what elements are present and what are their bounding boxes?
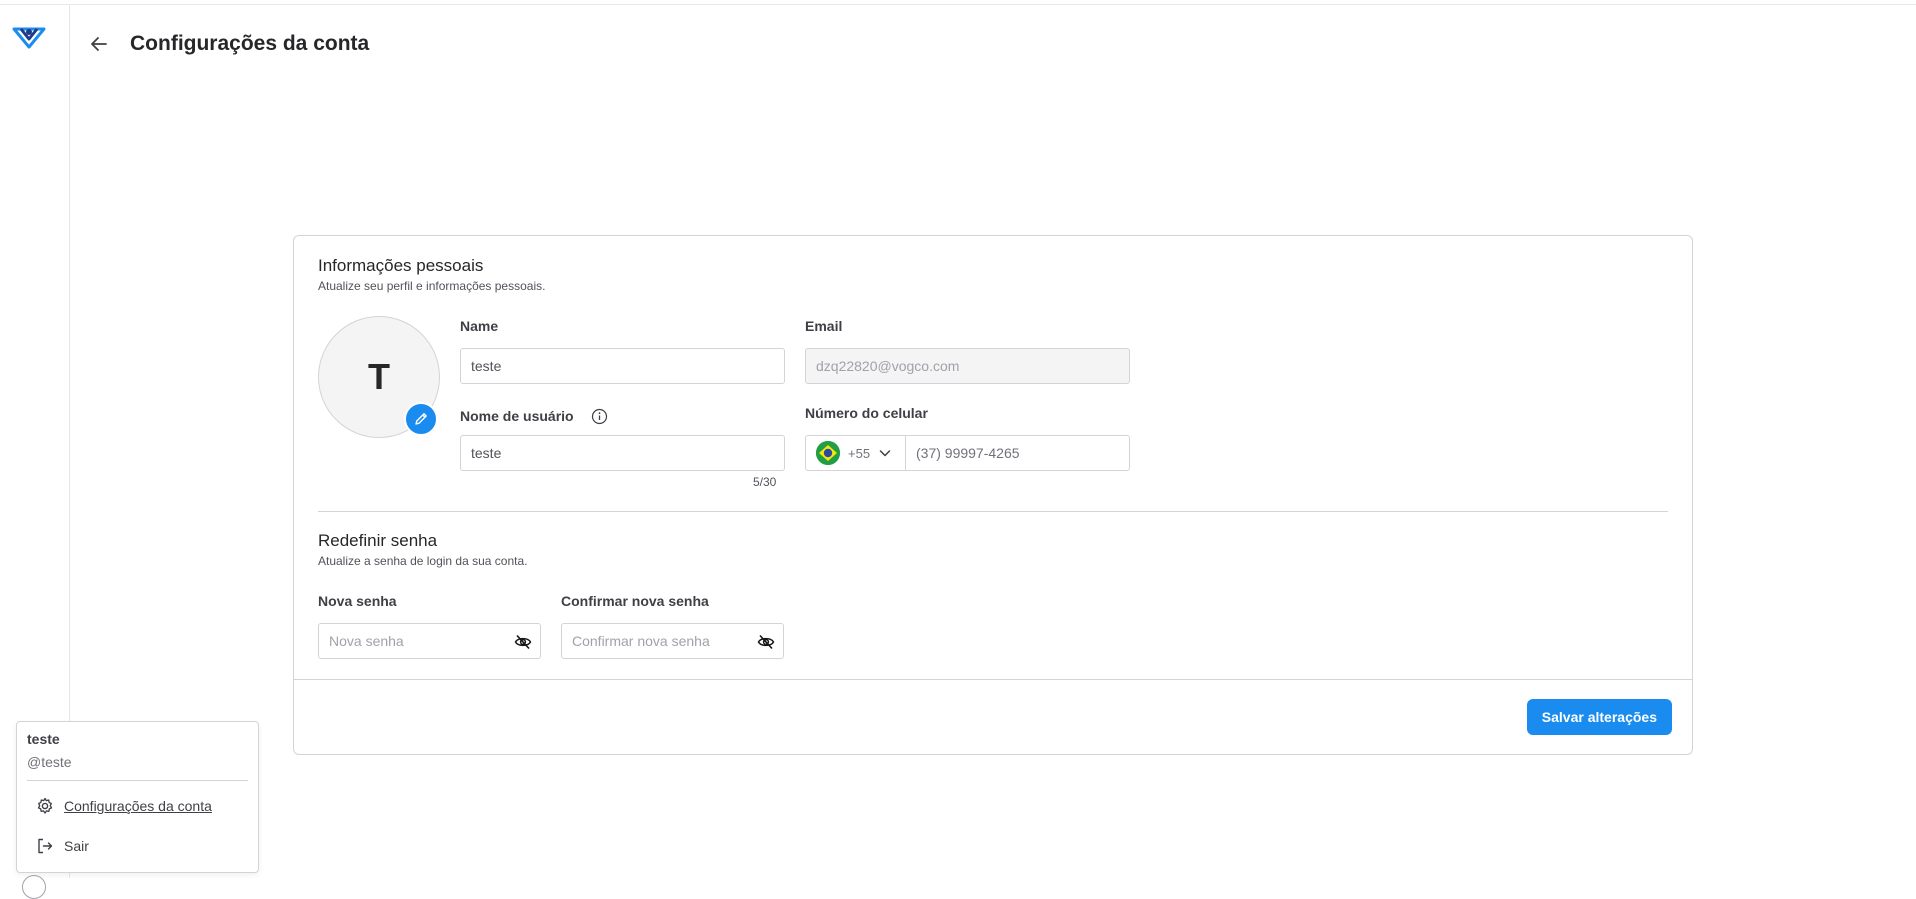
user-menu: teste @teste Configurações da conta Sair bbox=[16, 721, 259, 873]
username-char-counter: 5/30 bbox=[753, 475, 777, 489]
user-avatar-button[interactable] bbox=[22, 875, 46, 899]
avatar-edit-button[interactable] bbox=[404, 402, 438, 436]
email-label: Email bbox=[805, 318, 843, 334]
menu-item-logout[interactable]: Sair bbox=[36, 835, 89, 857]
phone-field: +55 (37) 99997-4265 bbox=[805, 435, 1130, 471]
brazil-flag-icon bbox=[816, 441, 840, 465]
confirm-password-input[interactable]: Confirmar nova senha bbox=[561, 623, 784, 659]
brazil-flag-graphic bbox=[816, 441, 840, 465]
username-input[interactable]: teste bbox=[460, 435, 785, 471]
page-title: Configurações da conta bbox=[130, 32, 370, 55]
pencil-icon bbox=[415, 413, 427, 425]
username-label: Nome de usuário bbox=[460, 408, 574, 424]
phone-input[interactable]: (37) 99997-4265 bbox=[906, 445, 1020, 461]
email-input: dzq22820@vogco.com bbox=[805, 348, 1130, 384]
password-section-title: Redefinir senha bbox=[318, 531, 438, 550]
new-password-label: Nova senha bbox=[318, 593, 397, 609]
name-input-value: teste bbox=[471, 358, 502, 374]
back-arrow-icon[interactable] bbox=[88, 33, 110, 55]
email-input-value: dzq22820@vogco.com bbox=[816, 358, 960, 374]
username-input-value: teste bbox=[471, 445, 502, 461]
logout-icon bbox=[38, 838, 53, 854]
phone-label: Número do celular bbox=[805, 405, 928, 421]
confirm-password-label: Confirmar nova senha bbox=[561, 593, 709, 609]
new-password-input[interactable]: Nova senha bbox=[318, 623, 541, 659]
user-handle: @teste bbox=[27, 754, 72, 770]
section-divider bbox=[318, 511, 1668, 512]
save-button[interactable]: Salvar alterações bbox=[1526, 699, 1672, 735]
personal-info-title: Informações pessoais bbox=[318, 256, 484, 275]
eye-off-icon[interactable] bbox=[514, 633, 532, 651]
new-password-placeholder: Nova senha bbox=[329, 633, 404, 649]
app-logo-icon[interactable] bbox=[12, 23, 46, 51]
menu-item-account-settings-label: Configurações da conta bbox=[64, 798, 212, 814]
gear-icon bbox=[37, 797, 53, 814]
page-header: Configurações da conta bbox=[70, 5, 1916, 85]
country-code-select[interactable]: +55 bbox=[806, 436, 906, 470]
card-footer-divider bbox=[294, 679, 1692, 680]
info-icon[interactable] bbox=[591, 408, 608, 425]
password-section-subtitle: Atualize a senha de login da sua conta. bbox=[318, 554, 528, 568]
country-code: +55 bbox=[848, 445, 871, 461]
personal-info-subtitle: Atualize seu perfil e informações pessoa… bbox=[318, 279, 546, 293]
user-name: teste bbox=[27, 731, 60, 747]
avatar-initial: T bbox=[368, 356, 390, 397]
name-input[interactable]: teste bbox=[460, 348, 785, 384]
account-settings-card: Informações pessoais Atualize seu perfil… bbox=[293, 235, 1693, 755]
menu-item-logout-label: Sair bbox=[64, 838, 89, 854]
menu-item-account-settings[interactable]: Configurações da conta bbox=[36, 795, 212, 817]
eye-off-icon[interactable] bbox=[757, 633, 775, 651]
chevron-down-icon bbox=[879, 450, 891, 457]
name-label: Name bbox=[460, 318, 499, 334]
confirm-password-placeholder: Confirmar nova senha bbox=[572, 633, 710, 649]
menu-divider bbox=[27, 780, 248, 781]
